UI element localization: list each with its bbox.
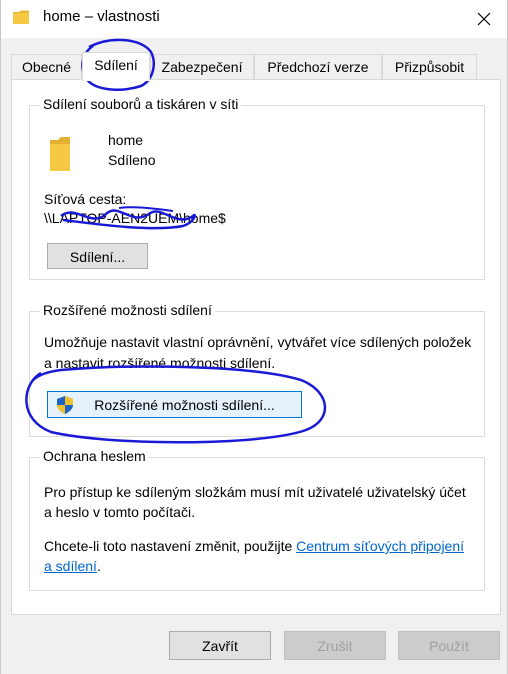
advanced-sharing-title: Rozšířené možnosti sdílení <box>40 302 215 318</box>
cancel-button[interactable]: Zrušit <box>284 631 386 660</box>
password-protection-description: Pro přístup ke sdíleným složkám musí mít… <box>44 484 466 520</box>
password-protection-title: Ochrana heslem <box>40 448 149 464</box>
title-bar: home – vlastnosti <box>1 0 507 38</box>
properties-dialog: home – vlastnosti Obecné Sdílení Zabezpe… <box>0 0 508 674</box>
network-path-label: Síťová cesta: <box>44 191 127 207</box>
folder-share-status: Sdíleno <box>108 152 156 168</box>
network-sharing-group: Sdílení souborů a tiskáren v síti home S… <box>29 96 485 280</box>
advanced-sharing-group: Rozšířené možnosti sdílení Umožňuje nast… <box>29 302 485 437</box>
tab-sharing[interactable]: Sdílení <box>82 52 150 81</box>
window-title: home – vlastnosti <box>43 8 160 25</box>
close-icon <box>477 12 491 26</box>
network-path-value: \\LAPTOP-AEN2UEM\home$ <box>44 210 226 226</box>
tab-customize[interactable]: Přizpůsobit <box>382 54 477 80</box>
tab-previous-versions[interactable]: Předchozí verze <box>254 54 382 80</box>
folder-icon <box>13 10 29 24</box>
uac-shield-icon <box>57 396 73 414</box>
password-protection-group: Ochrana heslem Pro přístup ke sdíleným s… <box>29 448 485 591</box>
share-button[interactable]: Sdílení... <box>47 243 148 269</box>
folder-icon <box>50 137 70 171</box>
close-button[interactable]: Zavřít <box>169 631 271 660</box>
change-setting-text: Chcete-li toto nastavení změnit, použijt… <box>44 538 297 554</box>
network-sharing-title: Sdílení souborů a tiskáren v síti <box>40 96 242 112</box>
folder-name: home <box>108 132 144 148</box>
tab-panel: Sdílení souborů a tiskáren v síti home S… <box>11 79 501 615</box>
advanced-sharing-button[interactable]: Rozšířené možnosti sdílení... <box>47 391 302 418</box>
password-change-text: Chcete-li toto nastavení změnit, použijt… <box>44 536 474 576</box>
advanced-sharing-description: Umožňuje nastavit vlastní oprávnění, vyt… <box>44 334 472 371</box>
tab-general[interactable]: Obecné <box>11 54 82 80</box>
tab-bar: Obecné Sdílení Zabezpečení Předchozí ver… <box>11 52 501 81</box>
apply-button[interactable]: Použít <box>398 631 500 660</box>
close-window-button[interactable] <box>461 0 507 38</box>
tab-security[interactable]: Zabezpečení <box>150 54 254 80</box>
advanced-sharing-button-label: Rozšířené možnosti sdílení... <box>94 397 275 413</box>
period: . <box>96 558 101 574</box>
